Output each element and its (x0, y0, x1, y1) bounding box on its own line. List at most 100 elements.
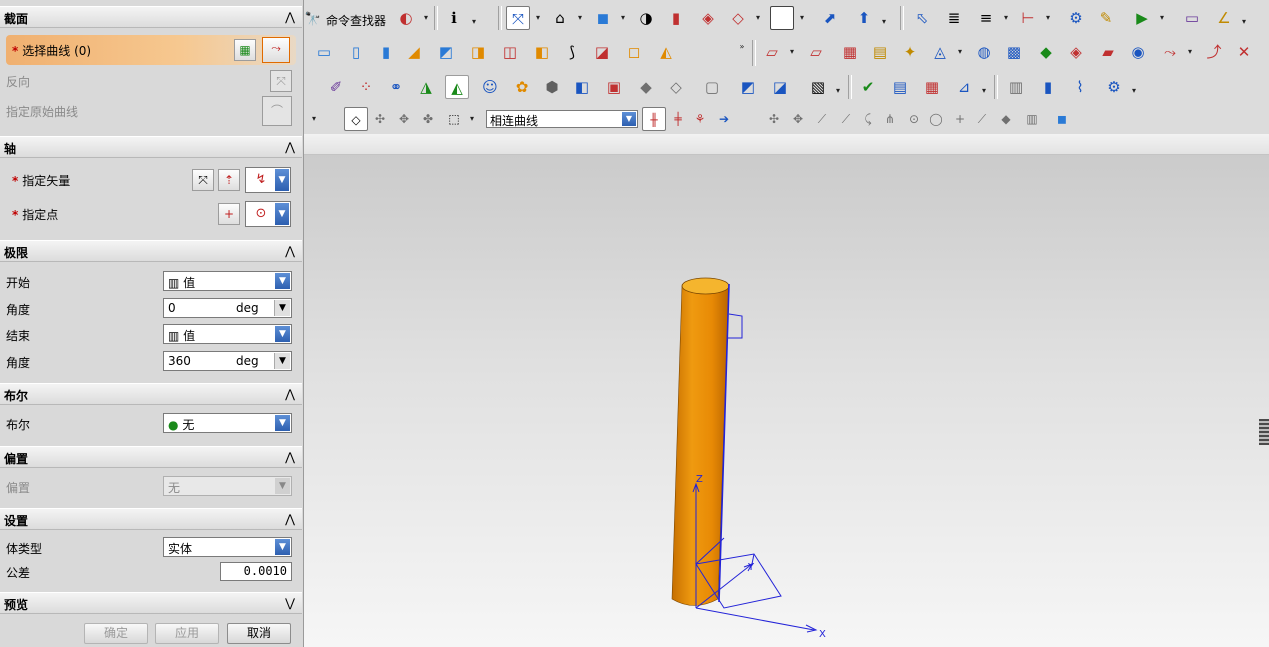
material-icon[interactable]: ⬢ (540, 75, 564, 99)
ok-button[interactable]: 确定 (84, 623, 148, 644)
user-icon[interactable]: ☺ (478, 75, 502, 99)
info-icon[interactable]: ℹ (442, 6, 466, 30)
cylinder-icon[interactable]: ▮ (374, 40, 398, 64)
pocket-icon[interactable]: ◫ (498, 40, 522, 64)
collapse-chevron-icon[interactable]: ⋀ (282, 138, 298, 156)
frame-icon[interactable]: ▢ (700, 75, 724, 99)
move-object-icon[interactable]: ⬈ (818, 6, 842, 30)
start-angle-input[interactable]: 0 deg ▼ (163, 298, 292, 318)
cancel-button[interactable]: 取消 (227, 623, 291, 644)
role-icon[interactable]: ◐ (394, 6, 418, 30)
graphics-window[interactable]: Z Y X (304, 134, 1269, 647)
chevron-down-icon[interactable]: ▾ (956, 40, 964, 64)
layer-stack-icon[interactable]: ≣ (942, 6, 966, 30)
chevron-down-icon[interactable]: ▾ (468, 107, 476, 131)
origin-curve-icon[interactable]: ⌒ (262, 96, 292, 126)
chevron-down-icon[interactable]: ▾ (788, 40, 796, 64)
section-analysis-icon[interactable]: ⊿ (952, 75, 976, 99)
command-finder-button[interactable]: 命令查找器 (326, 12, 386, 29)
through-curves-icon[interactable]: ▦ (838, 40, 862, 64)
boss-icon[interactable]: ◨ (466, 40, 490, 64)
snap-quadrant-icon[interactable]: ⤹ (856, 107, 880, 131)
grey-cube-icon[interactable]: ◆ (634, 75, 658, 99)
end-angle-input[interactable]: 360 deg ▼ (163, 351, 292, 371)
pattern-icon[interactable]: ⚭ (384, 75, 408, 99)
chevron-down-icon[interactable]: ▾ (1002, 6, 1010, 30)
curve-select-icon[interactable]: ⤳ (262, 37, 290, 63)
image-icon[interactable]: ▣ (602, 75, 626, 99)
light-active-icon[interactable]: ◭ (445, 75, 469, 99)
tube-icon[interactable]: ▮ (1036, 75, 1060, 99)
render-settings-icon[interactable]: ▧ (806, 75, 830, 99)
emboss-icon[interactable]: ◪ (590, 40, 614, 64)
chevron-down-icon[interactable]: ▾ (980, 79, 988, 103)
expand-chevron-icon[interactable]: ⋁ (282, 594, 298, 612)
analysis-icon[interactable]: ✎ (1094, 6, 1118, 30)
next-icon[interactable]: ➔ (712, 107, 736, 131)
select-curve-row[interactable]: * 选择曲线 (0) ▦ ⤳ (6, 35, 296, 65)
snap-endpoint-icon[interactable]: ✣ (762, 107, 786, 131)
vector-type-dropdown[interactable]: ↯ ▼ (245, 167, 291, 193)
snap-intersection-icon[interactable]: ⟋ (970, 107, 994, 131)
intersection-curve-icon[interactable]: ✕ (1232, 40, 1256, 64)
n-sided-surface-icon[interactable]: ◍ (972, 40, 996, 64)
section-header-limits[interactable]: 极限 ⋀ (0, 240, 302, 262)
sheet-icon[interactable]: ▥ (1004, 75, 1028, 99)
unit-menu-icon[interactable]: ▼ (274, 353, 290, 369)
chevron-down-icon[interactable]: ▾ (310, 107, 318, 131)
point-set-icon[interactable]: ⁘ (354, 75, 378, 99)
color-palette-icon[interactable]: ✿ (510, 75, 534, 99)
snap-circle-icon[interactable]: ◯ (924, 107, 948, 131)
boolean-select[interactable]: ● 无 ▼ (163, 413, 292, 433)
snap-mid-icon[interactable]: ✤ (416, 107, 440, 131)
analysis-grid-icon[interactable]: ▦ (920, 75, 944, 99)
ruled-surface-icon[interactable]: ▱ (804, 40, 828, 64)
reverse-direction-icon[interactable]: ⤧ (270, 70, 292, 92)
extrude-icon[interactable]: ◢ (402, 40, 426, 64)
mesh-surface-icon[interactable]: ▤ (868, 40, 892, 64)
sketch-section-icon[interactable]: ▦ (234, 39, 256, 61)
snap-line-icon[interactable]: ⟋ (810, 107, 834, 131)
measure-angle-icon[interactable]: ∠ (1212, 6, 1236, 30)
snap-existing-icon[interactable]: + (948, 107, 972, 131)
follow-fillet-icon[interactable]: ╪ (666, 107, 690, 131)
section-header-section[interactable]: 截面 ⋀ (0, 6, 302, 28)
collapse-chevron-icon[interactable]: ⋀ (282, 8, 298, 26)
chevron-down-icon[interactable]: ▾ (1044, 6, 1052, 30)
reverse-vector-icon[interactable]: ⤧ (192, 169, 214, 191)
apply-button[interactable]: 应用 (155, 623, 219, 644)
pad-icon[interactable]: ◧ (530, 40, 554, 64)
thicken-icon[interactable]: ◉ (1126, 40, 1150, 64)
section-view-icon[interactable]: ▮ (664, 6, 688, 30)
groove-icon[interactable]: ⟆ (560, 40, 584, 64)
overflow-icon[interactable]: » (738, 35, 746, 59)
chevron-down-icon[interactable]: ▾ (576, 6, 584, 30)
point-type-dropdown[interactable]: ⊙ ▼ (245, 201, 291, 227)
spotlight-icon[interactable]: ◮ (414, 75, 438, 99)
assembly-icon[interactable]: ⚙ (1064, 6, 1088, 30)
chevron-down-icon[interactable]: ▾ (534, 6, 542, 30)
point-dialog-icon[interactable]: + (218, 203, 240, 225)
swept-icon[interactable]: ◬ (928, 40, 952, 64)
chevron-down-icon[interactable]: ▾ (754, 6, 762, 30)
rectangle-select-icon[interactable]: ⬚ (442, 107, 466, 131)
start-type-select[interactable]: ▥ 值 ▼ (163, 271, 292, 291)
datum-csys-icon[interactable]: ⊢ (1016, 6, 1040, 30)
extension-icon[interactable]: ◆ (1034, 40, 1058, 64)
chevron-down-icon[interactable]: ▾ (1240, 10, 1248, 34)
section-header-boolean[interactable]: 布尔 ⋀ (0, 383, 302, 405)
collapse-chevron-icon[interactable]: ⋀ (282, 242, 298, 260)
play-motion-icon[interactable]: ▶ (1130, 6, 1154, 30)
block-icon[interactable]: ▯ (344, 40, 368, 64)
section-header-settings[interactable]: 设置 ⋀ (0, 508, 302, 530)
vector-dialog-icon[interactable]: ⇡ (218, 169, 240, 191)
orient-view-icon[interactable]: ⌂ (548, 6, 572, 30)
snap-on-curve-icon[interactable]: ⟋ (834, 107, 858, 131)
layer-cube-icon[interactable]: ◈ (696, 6, 720, 30)
measure-distance-icon[interactable]: ▭ (1180, 6, 1204, 30)
background-color-icon[interactable] (770, 6, 794, 30)
chevron-down-icon[interactable]: ▾ (1130, 79, 1138, 103)
model-view[interactable]: Z Y X (304, 134, 1269, 647)
body-type-select[interactable]: 实体 ▼ (163, 537, 292, 557)
hole-icon[interactable]: ◩ (434, 40, 458, 64)
